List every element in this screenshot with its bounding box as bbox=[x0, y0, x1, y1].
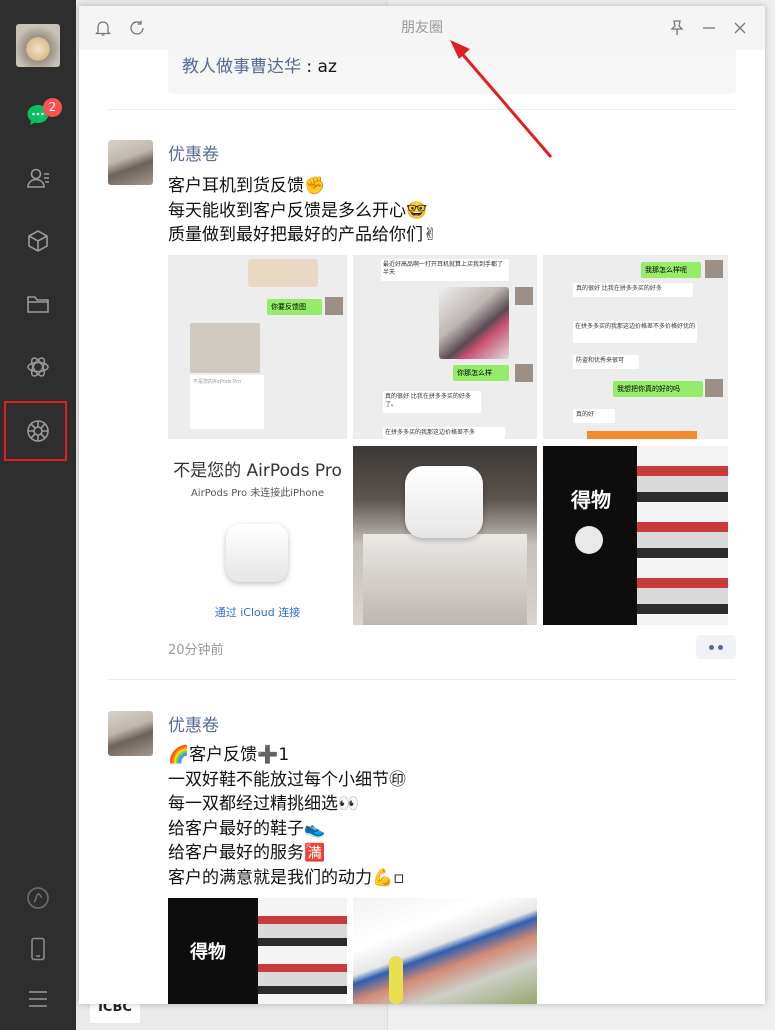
more-actions-button[interactable] bbox=[696, 635, 736, 659]
shoe-detail bbox=[389, 956, 403, 1004]
post-image[interactable]: 得物 bbox=[543, 446, 728, 625]
nav-phone[interactable] bbox=[0, 921, 76, 977]
post-image[interactable]: 你要反馈图 不是您的AirPods Pro bbox=[168, 255, 347, 439]
post-username[interactable]: 优惠卷 bbox=[168, 140, 219, 165]
post-line: 客户的满意就是我们的动力💪▫ bbox=[168, 867, 405, 888]
minimize-icon bbox=[703, 27, 715, 29]
comment-text: az bbox=[317, 57, 337, 77]
moments-highlight-box bbox=[4, 401, 67, 461]
avatar[interactable] bbox=[16, 24, 60, 67]
post-time: 20分钟前 bbox=[168, 643, 224, 658]
dewu-brand: 得物 bbox=[571, 488, 611, 512]
app-screenshot bbox=[637, 446, 728, 625]
post-line: 🌈客户反馈➕1 bbox=[168, 745, 290, 765]
chat-bubble: 你那怎么样 bbox=[453, 365, 509, 381]
post-text: 客户耳机到货反馈✊ 每天能收到客户反馈是多么开心🤓 质量做到最好把最好的产品给你… bbox=[168, 174, 437, 248]
post-line: 客户耳机到货反馈✊ bbox=[168, 176, 326, 196]
post-line: 一双好鞋不能放过每个小细节㊞ bbox=[168, 769, 406, 790]
dewu-brand: 得物 bbox=[190, 942, 226, 963]
post-line: 给客户最好的鞋子👟 bbox=[168, 818, 326, 839]
close-button[interactable] bbox=[728, 16, 752, 40]
post-line: 每一双都经过精挑细选👀 bbox=[168, 794, 360, 814]
folder-icon bbox=[27, 296, 49, 313]
certificate-seal bbox=[575, 526, 603, 554]
chat-bubble: 我那怎么样呢 bbox=[641, 262, 701, 278]
unread-badge: 2 bbox=[43, 98, 62, 117]
nav-menu[interactable] bbox=[0, 971, 76, 1027]
baby-photo bbox=[248, 259, 318, 287]
post-avatar[interactable] bbox=[108, 711, 153, 756]
airpods-case-illustration bbox=[226, 524, 288, 582]
chat-bubble: 真的好 bbox=[573, 409, 615, 423]
box-photo bbox=[363, 534, 527, 625]
moments-window: 朋友圈 教人做事曹达华 : az 优惠卷 客户耳机到货反馈✊ 每天能收到客户反馈… bbox=[79, 6, 765, 1004]
post-image[interactable]: 最近好高品啊一打开耳机就算上买我到手都了半天 你那怎么样 真的很好 比我在拼多多… bbox=[353, 255, 537, 439]
minimize-button[interactable] bbox=[697, 16, 721, 40]
chat-bubble: 在拼多多买的我那这边价格差不多 bbox=[383, 427, 505, 439]
chat-avatar bbox=[515, 287, 533, 305]
chat-bubble: 最近好高品啊一打开耳机就算上买我到手都了半天 bbox=[381, 259, 509, 281]
chat-avatar bbox=[705, 379, 723, 397]
refresh-icon bbox=[130, 20, 144, 35]
notifications-button[interactable] bbox=[91, 16, 115, 40]
airpods-link: 通过 iCloud 连接 bbox=[214, 606, 301, 619]
orange-banner bbox=[587, 431, 697, 439]
post-image[interactable]: 得物 bbox=[168, 898, 347, 1004]
post-line: 质量做到最好把最好的产品给你们✌ bbox=[168, 225, 438, 245]
chat-bubble: 你要反馈图 bbox=[267, 299, 322, 315]
phone-icon bbox=[31, 937, 45, 961]
post-text: 🌈客户反馈➕1 一双好鞋不能放过每个小细节㊞ 每一双都经过精挑细选👀 给客户最好… bbox=[168, 743, 406, 890]
comment-box: 教人做事曹达华 : az bbox=[168, 50, 736, 94]
sidebar: 2 bbox=[0, 0, 76, 1030]
product-photo bbox=[439, 287, 509, 359]
chat-bubble: 防盗和优秀来很可 bbox=[573, 355, 639, 369]
pin-icon bbox=[670, 20, 684, 35]
post-image[interactable]: 不是您的 AirPods Pro AirPods Pro 未连接此iPhone … bbox=[168, 446, 347, 625]
photo-thumb bbox=[190, 323, 260, 373]
window-title: 朋友圈 bbox=[401, 20, 443, 36]
nav-miniprogram[interactable] bbox=[0, 339, 76, 395]
nav-files[interactable] bbox=[0, 276, 76, 332]
post-image[interactable] bbox=[353, 446, 537, 625]
post-username[interactable]: 优惠卷 bbox=[168, 711, 219, 736]
post-line: 每天能收到客户反馈是多么开心🤓 bbox=[168, 200, 428, 221]
chat-bubble: 真的很好 比我在拼多多买的好多了。 bbox=[383, 391, 481, 413]
chat-bubble: 我想把你真的好的吗 bbox=[613, 381, 703, 397]
chat-bubble: 在拼多多买的我那这边价格差不多价格好优的 bbox=[573, 321, 697, 343]
nav-favorites[interactable] bbox=[0, 213, 76, 269]
title-bar: 朋友圈 bbox=[79, 6, 765, 50]
airpods-subtitle: AirPods Pro 未连接此iPhone bbox=[190, 488, 325, 499]
divider bbox=[108, 109, 736, 110]
contacts-icon bbox=[27, 168, 49, 188]
channels-icon bbox=[27, 887, 49, 909]
nav-contacts[interactable] bbox=[0, 150, 76, 206]
nav-chats[interactable]: 2 bbox=[0, 87, 76, 143]
chat-avatar bbox=[325, 297, 343, 315]
refresh-button[interactable] bbox=[125, 16, 149, 40]
card-thumb: 不是您的AirPods Pro bbox=[190, 375, 264, 429]
menu-icon bbox=[29, 991, 47, 1007]
commenter-name[interactable]: 教人做事曹达华 bbox=[182, 57, 301, 77]
post-image[interactable]: 我那怎么样呢 真的很好 比我在拼多多买的好多 在拼多多买的我那这边价格差不多价格… bbox=[543, 255, 728, 439]
close-icon bbox=[734, 22, 746, 34]
comment-sep: : bbox=[301, 57, 318, 77]
favorites-icon bbox=[28, 230, 48, 252]
miniprogram-icon bbox=[27, 357, 49, 377]
post-line: 给客户最好的服务🈵 bbox=[168, 843, 326, 863]
post-image[interactable] bbox=[353, 898, 537, 1004]
app-screenshot bbox=[258, 898, 347, 1004]
nav-channels[interactable] bbox=[0, 870, 76, 926]
chat-avatar bbox=[705, 260, 723, 278]
post-avatar[interactable] bbox=[108, 140, 153, 185]
divider bbox=[108, 679, 736, 680]
airpods-case-photo bbox=[405, 466, 483, 538]
pin-button[interactable] bbox=[665, 16, 689, 40]
airpods-title: 不是您的 AirPods Pro bbox=[173, 461, 342, 481]
chat-avatar bbox=[515, 364, 533, 382]
bell-icon bbox=[94, 21, 112, 36]
chat-bubble: 真的很好 比我在拼多多买的好多 bbox=[573, 283, 693, 297]
